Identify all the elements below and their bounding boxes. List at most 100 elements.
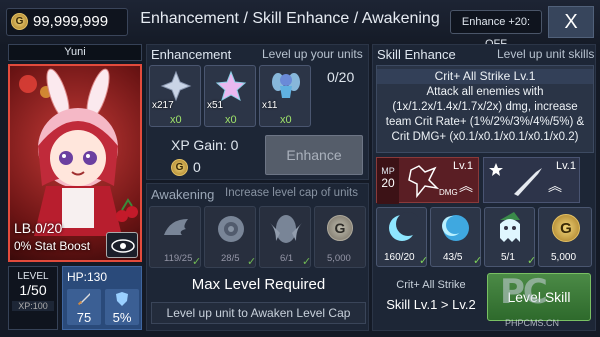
page-title: Enhancement / Skill Enhance / Awakening [140, 10, 440, 27]
unit-stats: LEVEL 1/50 XP:100 HP:130 75 5% [8, 266, 142, 330]
check-icon: ✓ [419, 255, 429, 267]
material-count: 119/25 [164, 253, 193, 264]
material-count: 28/5 [221, 253, 240, 264]
gold-coin-icon: G [327, 215, 353, 241]
level-value: 1/50 [19, 282, 47, 298]
sword-icon [77, 293, 90, 306]
watermark-logo: PC [500, 272, 598, 322]
limit-break-label: LB.0/20 [14, 220, 63, 236]
eye-icon [111, 239, 135, 253]
skill-enhance-title: Skill Enhance [377, 47, 456, 62]
defense-value: 5% [112, 310, 132, 325]
mp-cost: MP 20 [377, 158, 399, 204]
check-icon: ✓ [473, 255, 483, 267]
attack-stat: 75 [67, 289, 101, 325]
material-used: x0 [280, 114, 292, 126]
skill-description: Attack all enemies with (1x/1.2x/1.4x/1.… [385, 86, 585, 143]
awakening-material-emblem[interactable]: 6/1 ✓ [259, 206, 311, 268]
material-count: 5,000 [327, 253, 351, 264]
skill-material-crescent[interactable]: 160/20 ✓ [376, 207, 429, 267]
enhancement-panel: Enhancement Level up your units 0/20 x21… [146, 44, 369, 180]
awakening-hint: Level up unit to Awaken Level Cap [151, 302, 366, 324]
wings-emblem-icon [270, 215, 302, 243]
skill-level: Lv.1 [453, 160, 473, 172]
skill-material-moon-orb[interactable]: 43/5 ✓ [430, 207, 483, 267]
double-chevron-up-icon: ︽ [459, 178, 473, 194]
stat-boost-label: 0% Stat Boost [14, 239, 91, 253]
watermark-text: PHPCMS.CN [505, 318, 560, 328]
awakening-status: Max Level Required [191, 276, 326, 293]
xp-value: XP:100 [12, 301, 54, 311]
level-box: LEVEL 1/50 XP:100 [8, 266, 58, 330]
wing-icon [164, 219, 188, 235]
skill-material-ghost[interactable]: 5/1 ✓ [484, 207, 537, 267]
awakening-material-disc[interactable]: 28/5 ✓ [204, 206, 256, 268]
awakening-material-wing[interactable]: 119/25 ✓ [149, 206, 201, 268]
check-icon: ✓ [192, 256, 202, 268]
double-chevron-up-icon: ︽ [548, 178, 562, 194]
sword-icon [514, 168, 542, 196]
material-used: x0 [225, 114, 237, 126]
ghost-icon [500, 212, 520, 242]
check-icon: ✓ [302, 256, 312, 268]
skill-level: Lv.1 [556, 160, 576, 172]
moon-orb-icon [442, 215, 469, 241]
check-icon: ✓ [247, 256, 257, 268]
enhance-cost: 0 [193, 159, 201, 175]
skill-card-crit-strike[interactable]: MP 20 DMG Lv.1 ︽ [376, 157, 479, 204]
material-slot-silver-star[interactable]: x217 x0 [149, 65, 201, 127]
watermark-glyph: PC [500, 272, 548, 312]
material-slot-fairy[interactable]: x11 x0 [259, 65, 311, 127]
material-owned: x11 [262, 100, 278, 111]
unit-portrait[interactable]: LB.0/20 0% Stat Boost [8, 64, 142, 262]
attack-value: 75 [76, 310, 92, 325]
silver-star-icon [160, 70, 192, 102]
awakening-subtitle: Increase level cap of units [225, 187, 358, 199]
upgrade-skill-name: Crit+ All Strike [396, 279, 466, 291]
skill-card-sword[interactable]: Lv.1 ︽ [483, 157, 580, 203]
material-count: 5,000 [551, 252, 577, 263]
material-owned: x217 [152, 100, 174, 111]
unit-name: Yuni [8, 44, 142, 61]
disc-icon [218, 216, 244, 242]
enhancement-title: Enhancement [151, 47, 232, 62]
enhancement-count: 0/20 [327, 69, 355, 85]
hp-value: HP:130 [67, 270, 108, 284]
enhance-20-toggle[interactable]: Enhance +20: OFF [450, 10, 542, 50]
view-button[interactable] [106, 232, 138, 258]
dmg-label: DMG [439, 188, 458, 197]
awakening-gold-cost[interactable]: G 5,000 [314, 206, 366, 268]
mp-label: MP [381, 166, 395, 176]
xp-gain-label: XP Gain: 0 [171, 137, 239, 153]
crescent-icon [389, 212, 418, 241]
close-button[interactable]: X [548, 6, 594, 38]
material-count: 6/1 [280, 253, 294, 264]
shield-icon [116, 292, 128, 306]
skill-enhance-subtitle: Level up unit skills [497, 47, 595, 61]
level-label: LEVEL [17, 271, 49, 282]
material-slot-rainbow-star[interactable]: x51 x0 [204, 65, 256, 127]
star-icon [489, 163, 503, 176]
check-icon: ✓ [527, 255, 537, 267]
defense-stat: 5% [105, 289, 139, 325]
awakening-panel: Awakening Increase level cap of units 11… [146, 183, 369, 331]
material-owned: x51 [207, 100, 224, 111]
enhance-button[interactable]: Enhance [265, 135, 363, 175]
skill-description-box: Crit+ All Strike Lv.1 Attack all enemies… [376, 65, 594, 153]
fairy-icon [272, 73, 300, 98]
material-count: 5/1 [501, 252, 515, 263]
upgrade-level: Skill Lv.1 > Lv.2 [386, 297, 476, 312]
material-count: 43/5 [443, 252, 463, 263]
skill-name: Crit+ All Strike Lv.1 [377, 69, 593, 84]
skill-gold-cost[interactable]: G 5,000 [538, 207, 592, 267]
mp-value: 20 [381, 176, 395, 190]
gold-amount: 99,999,999 [33, 13, 109, 30]
material-used: x0 [170, 114, 182, 126]
hp-panel: HP:130 75 5% [62, 266, 142, 330]
gold-counter: G 99,999,999 [6, 8, 128, 36]
rainbow-star-icon [215, 70, 247, 102]
material-count: 160/20 [384, 252, 415, 263]
enhancement-subtitle: Level up your units [262, 47, 363, 61]
gold-coin-icon: G [171, 159, 188, 176]
awakening-title: Awakening [151, 187, 215, 202]
